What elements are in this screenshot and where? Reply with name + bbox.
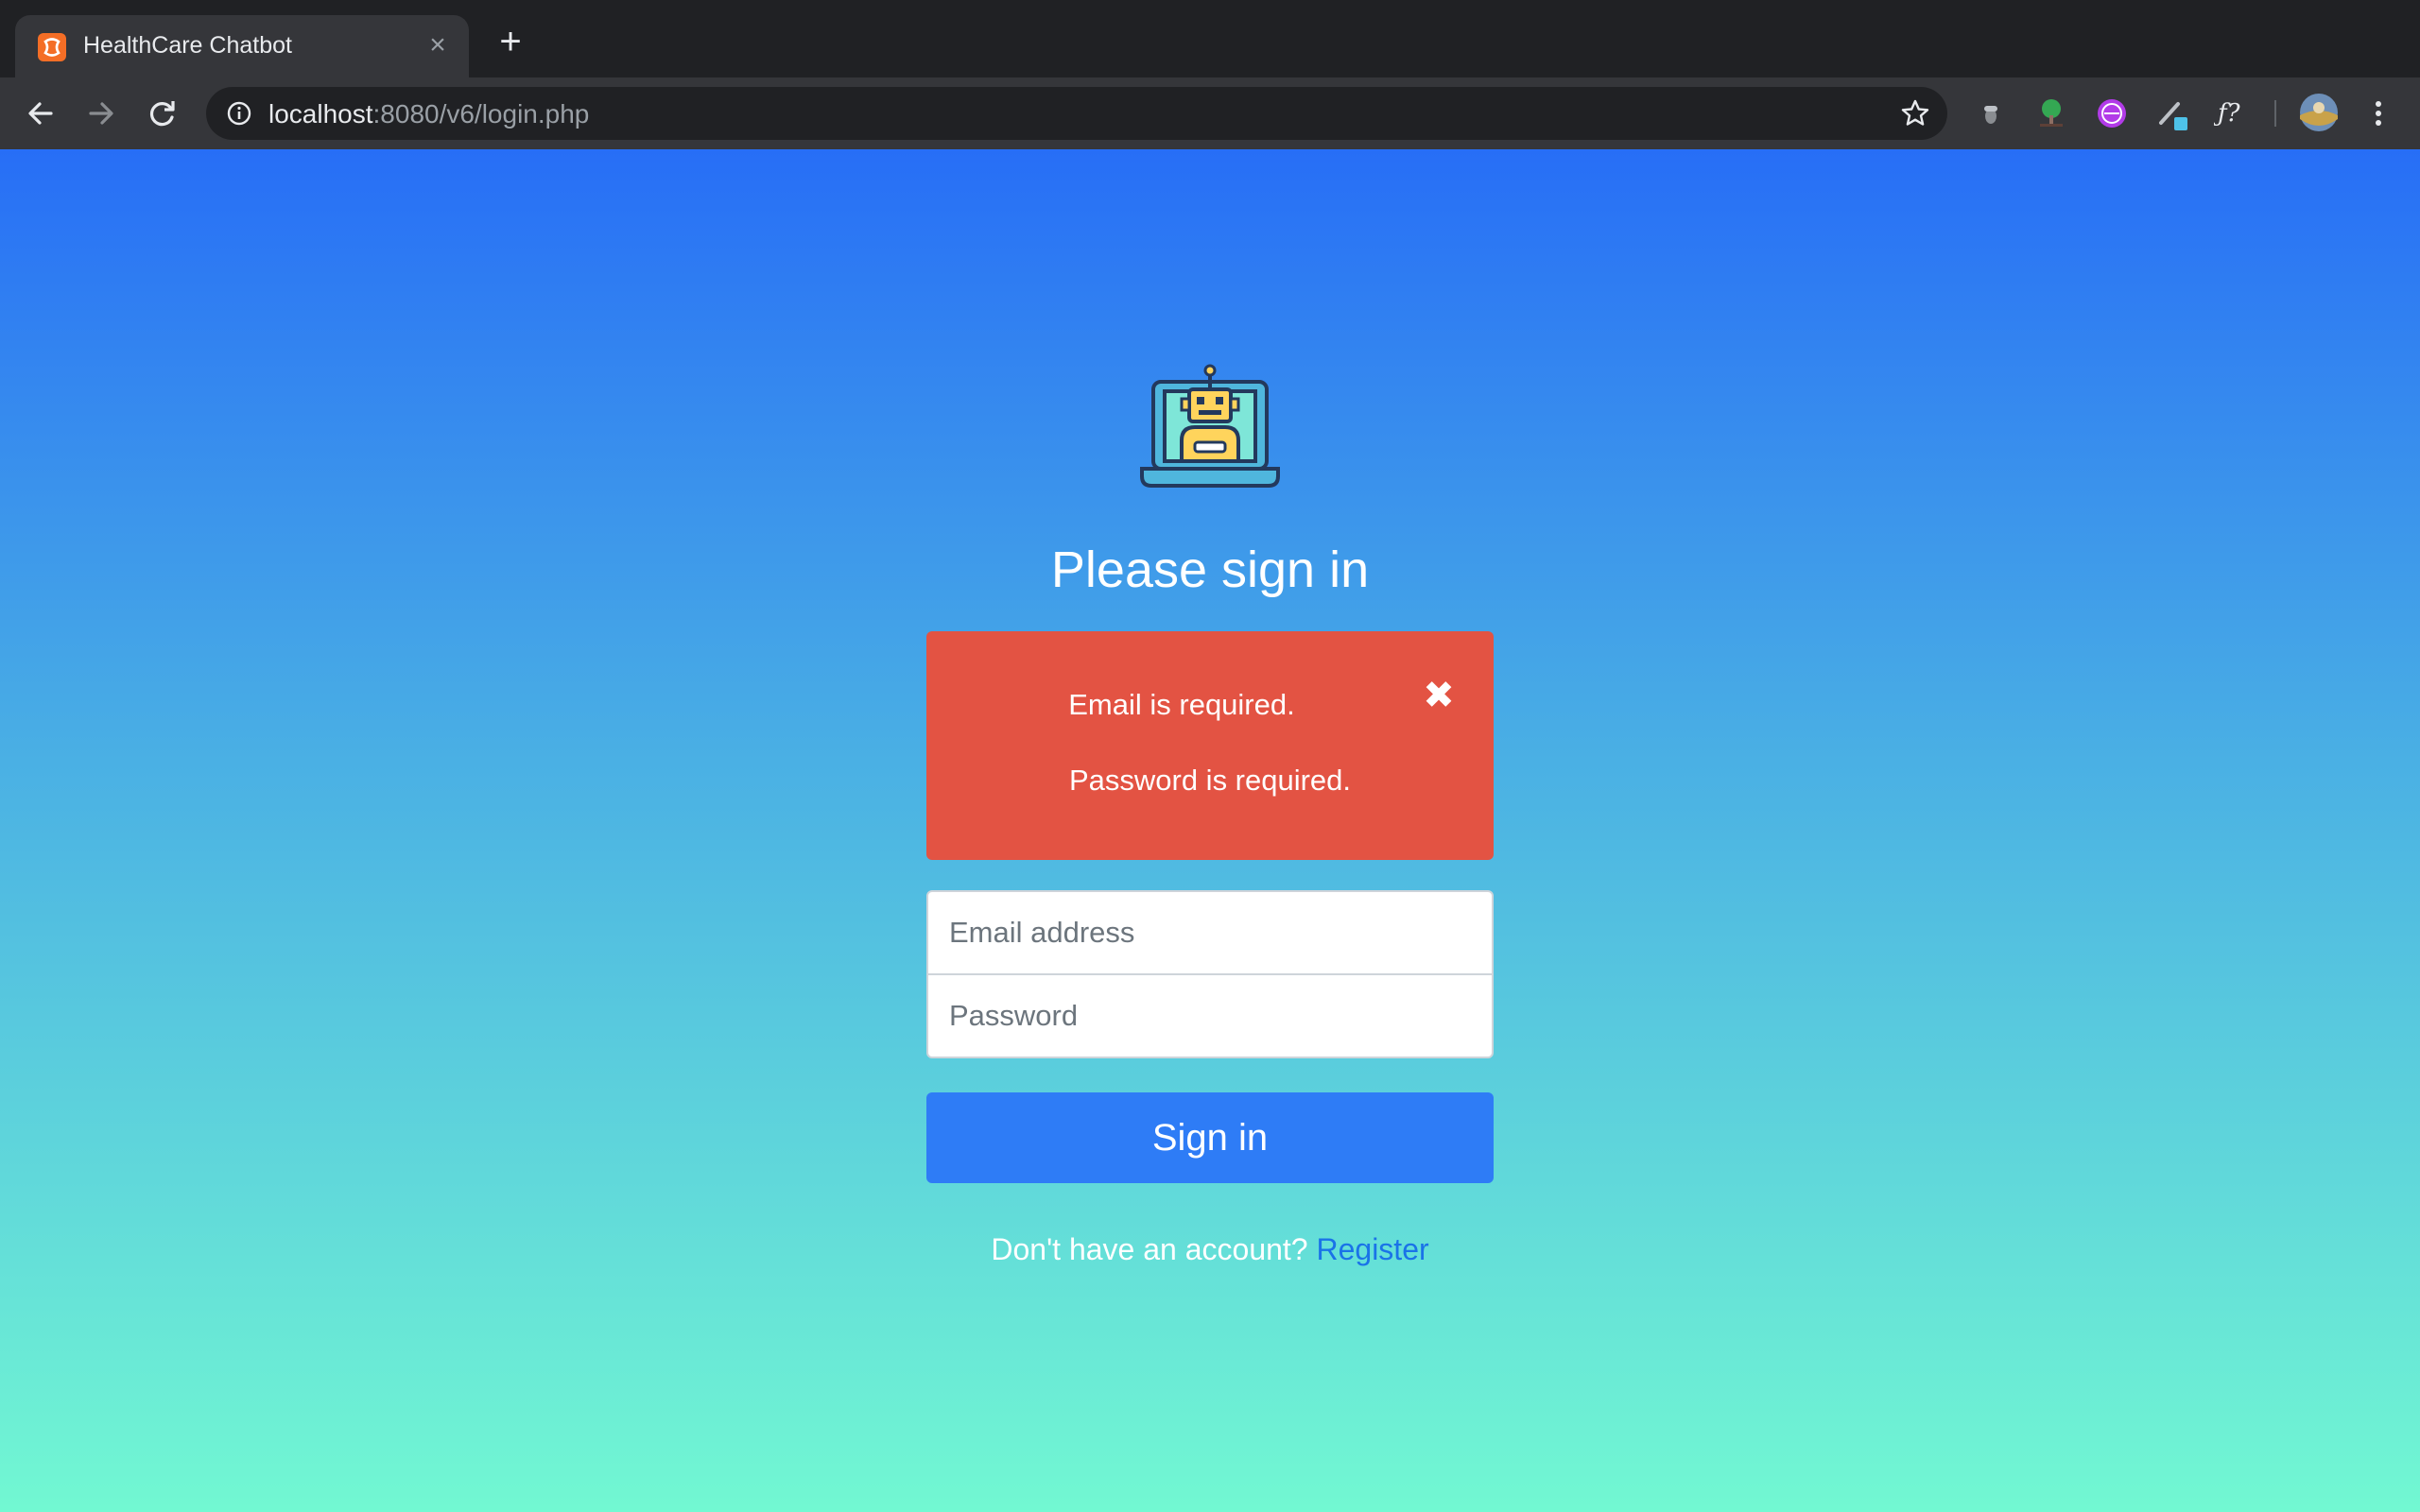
new-tab-button[interactable]: +: [492, 23, 529, 62]
reload-icon[interactable]: [140, 92, 183, 135]
pen-icon[interactable]: [2153, 94, 2191, 132]
sign-in-button[interactable]: Sign in: [926, 1092, 1494, 1183]
purple-globe-icon[interactable]: [2093, 94, 2131, 132]
forward-arrow-icon[interactable]: [79, 92, 123, 135]
toolbar-divider: [2274, 100, 2276, 127]
register-link[interactable]: Register: [1316, 1232, 1428, 1266]
url-path: :8080/v6/login.php: [372, 99, 590, 129]
register-prompt-text: Don't have an account?: [991, 1232, 1317, 1266]
svg-text:ƒ?: ƒ?: [2214, 99, 2241, 128]
tab-title: HealthCare Chatbot: [83, 32, 292, 59]
login-page: Please sign in Email is required. Passwo…: [0, 149, 2420, 1512]
robot-laptop-logo-icon: [1134, 361, 1286, 493]
browser-tab-strip: HealthCare Chatbot × +: [0, 0, 2420, 77]
bookmark-star-icon[interactable]: [1898, 96, 1932, 130]
acorn-icon[interactable]: [1972, 94, 2010, 132]
email-input[interactable]: [926, 890, 1494, 975]
tree-icon[interactable]: [2032, 94, 2070, 132]
profile-avatar[interactable]: [2297, 91, 2341, 134]
password-error-message: Password is required.: [1068, 764, 1352, 797]
url-host: localhost: [268, 99, 373, 129]
address-bar[interactable]: localhost:8080/v6/login.php: [206, 87, 1947, 140]
formula-icon[interactable]: ƒ?: [2213, 94, 2252, 132]
alert-close-icon[interactable]: ✖: [1420, 677, 1458, 714]
back-arrow-icon[interactable]: [19, 92, 62, 135]
browser-toolbar: localhost:8080/v6/login.php ƒ?: [0, 77, 2420, 149]
browser-tab-active[interactable]: HealthCare Chatbot ×: [15, 15, 469, 77]
password-input[interactable]: [926, 973, 1494, 1058]
tab-close-icon[interactable]: ×: [422, 29, 454, 61]
url-text: localhost:8080/v6/login.php: [268, 99, 589, 129]
error-alert: Email is required. Password is required.…: [926, 631, 1494, 860]
page-title: Please sign in: [1050, 541, 1370, 598]
info-icon[interactable]: [225, 99, 253, 128]
email-error-message: Email is required.: [1068, 688, 1295, 721]
xampp-icon: [38, 33, 66, 61]
register-prompt-row: Don't have an account? Register: [0, 1232, 2420, 1267]
kebab-menu-icon[interactable]: [2360, 94, 2397, 132]
